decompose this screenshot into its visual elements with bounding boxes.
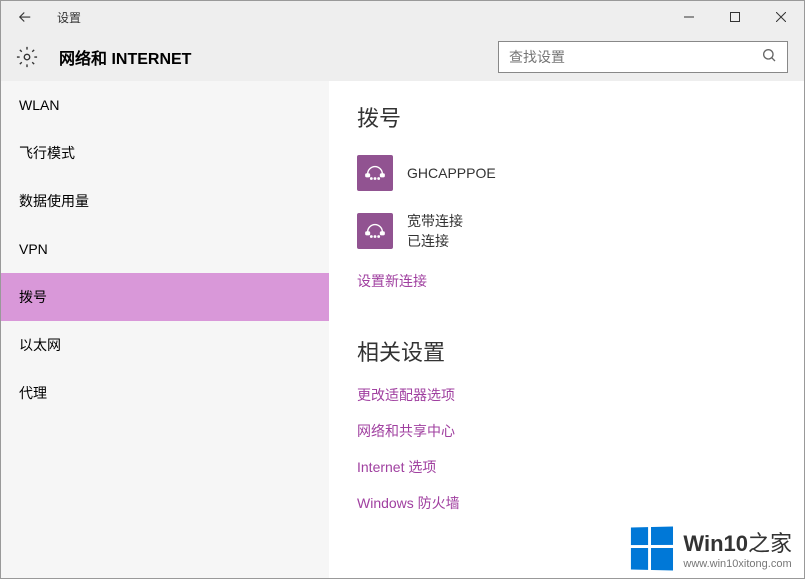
main-content: 拨号 GHCAPPPOE 宽带连接 已连接 设置新连接 相关设置 更改适配器选项 xyxy=(329,81,804,578)
sidebar-item-dialup[interactable]: 拨号 xyxy=(1,273,329,321)
search-icon xyxy=(761,47,777,68)
sidebar-item-wlan[interactable]: WLAN xyxy=(1,81,329,129)
maximize-icon xyxy=(730,12,740,22)
sidebar-item-label: 代理 xyxy=(19,383,47,403)
search-input[interactable] xyxy=(509,49,761,65)
sidebar-item-label: WLAN xyxy=(19,97,59,113)
header: 网络和 INTERNET xyxy=(1,33,804,81)
section-title: 拨号 xyxy=(357,101,776,133)
sidebar: WLAN 飞行模式 数据使用量 VPN 拨号 以太网 代理 xyxy=(1,81,329,578)
close-icon xyxy=(776,12,786,22)
close-button[interactable] xyxy=(758,1,804,33)
connection-item[interactable]: 宽带连接 已连接 xyxy=(357,211,776,251)
minimize-button[interactable] xyxy=(666,1,712,33)
sidebar-item-label: VPN xyxy=(19,241,48,257)
sidebar-item-label: 数据使用量 xyxy=(19,191,89,211)
related-link-firewall[interactable]: Windows 防火墙 xyxy=(357,493,776,513)
minimize-icon xyxy=(684,12,694,22)
sidebar-item-label: 拨号 xyxy=(19,287,47,307)
connection-item[interactable]: GHCAPPPOE xyxy=(357,155,776,191)
connection-status: 已连接 xyxy=(407,231,463,251)
related-title: 相关设置 xyxy=(357,335,776,367)
sidebar-item-proxy[interactable]: 代理 xyxy=(1,369,329,417)
related-link-sharing-center[interactable]: 网络和共享中心 xyxy=(357,421,776,441)
sidebar-item-ethernet[interactable]: 以太网 xyxy=(1,321,329,369)
window-title: 设置 xyxy=(49,9,81,26)
title-bar: 设置 xyxy=(1,1,804,33)
maximize-button[interactable] xyxy=(712,1,758,33)
arrow-left-icon xyxy=(16,8,34,26)
new-connection-link[interactable]: 设置新连接 xyxy=(357,271,776,291)
sidebar-item-vpn[interactable]: VPN xyxy=(1,225,329,273)
related-link-adapter-options[interactable]: 更改适配器选项 xyxy=(357,385,776,405)
sidebar-item-label: 以太网 xyxy=(19,335,61,355)
related-link-internet-options[interactable]: Internet 选项 xyxy=(357,457,776,477)
page-title: 网络和 INTERNET xyxy=(59,45,191,69)
sidebar-item-data-usage[interactable]: 数据使用量 xyxy=(1,177,329,225)
dialup-icon xyxy=(357,213,393,249)
connection-name: 宽带连接 xyxy=(407,211,463,231)
dialup-icon xyxy=(357,155,393,191)
connection-name: GHCAPPPOE xyxy=(407,165,496,181)
search-box[interactable] xyxy=(498,41,788,73)
window-controls xyxy=(666,1,804,33)
sidebar-item-label: 飞行模式 xyxy=(19,143,75,163)
back-button[interactable] xyxy=(1,1,49,33)
sidebar-item-airplane-mode[interactable]: 飞行模式 xyxy=(1,129,329,177)
settings-gear-icon xyxy=(15,45,39,69)
